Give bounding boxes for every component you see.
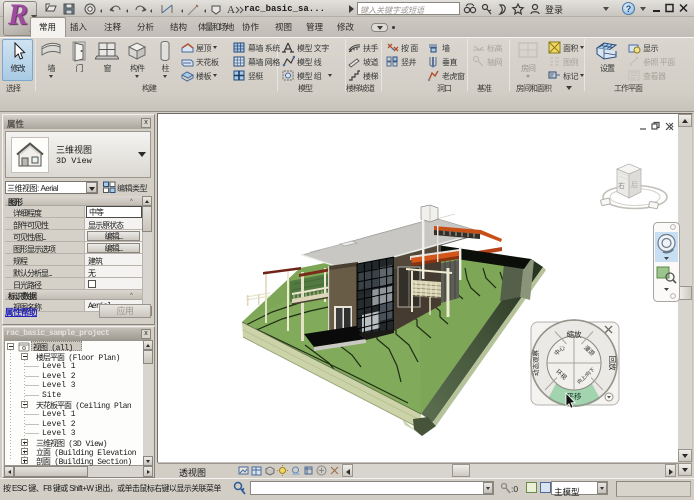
svg-text:登录: 登录 (545, 5, 563, 15)
svg-text:动态观察: 动态观察 (531, 350, 540, 377)
svg-text:缩放: 缩放 (567, 329, 582, 339)
svg-text:A: A (227, 4, 235, 16)
svg-text:回放: 回放 (608, 356, 618, 371)
